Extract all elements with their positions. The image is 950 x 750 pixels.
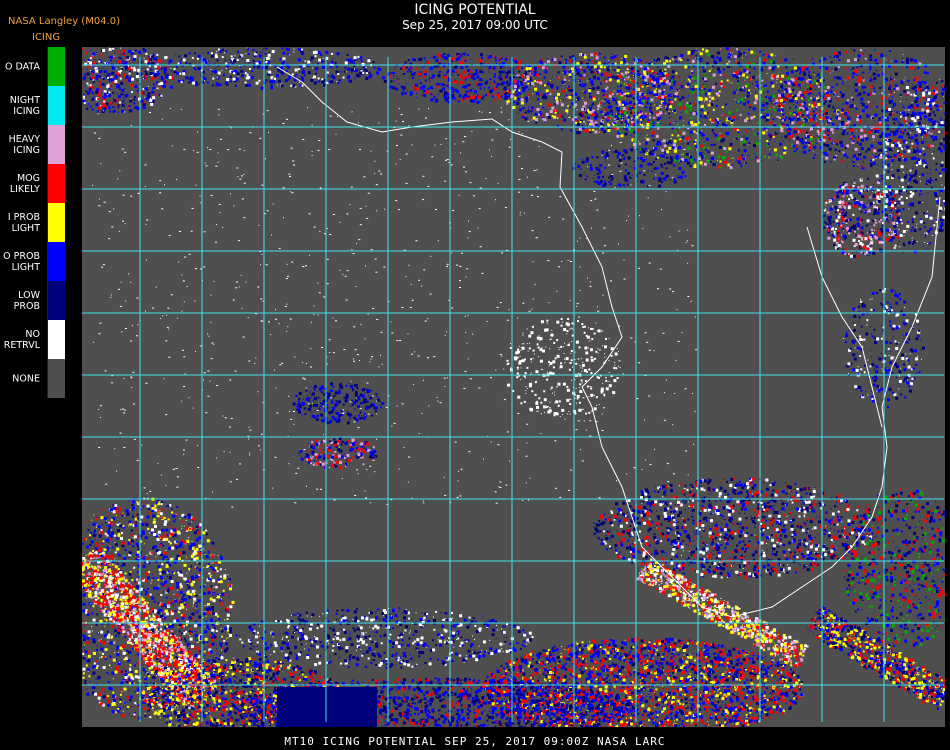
legend-item-label: O DATA bbox=[5, 61, 40, 72]
legend-item-label: LOW PROB bbox=[14, 290, 40, 312]
icing-pixels bbox=[82, 47, 945, 727]
legend-swatch bbox=[47, 320, 65, 359]
legend-item: LOW PROB bbox=[0, 281, 66, 320]
legend-item-label: MOG LIKELY bbox=[10, 173, 40, 195]
map-title-block: ICING POTENTIAL Sep 25, 2017 09:00 UTC bbox=[0, 2, 950, 32]
legend-swatch bbox=[47, 203, 65, 242]
map-title: ICING POTENTIAL bbox=[0, 2, 950, 18]
footer-caption: MT10 ICING POTENTIAL SEP 25, 2017 09:00Z… bbox=[0, 735, 950, 748]
legend-item-label: NONE bbox=[12, 373, 40, 384]
map-canvas bbox=[82, 47, 945, 727]
legend-swatch bbox=[47, 281, 65, 320]
legend-item: O DATA bbox=[0, 47, 66, 86]
legend-item: HEAVY ICING bbox=[0, 125, 66, 164]
legend-item: NIGHT ICING bbox=[0, 86, 66, 125]
legend-item-label: NO RETRVL bbox=[4, 329, 40, 351]
legend-swatch bbox=[47, 125, 65, 164]
legend-item-label: HEAVY ICING bbox=[9, 134, 40, 156]
legend-swatch bbox=[47, 47, 65, 86]
legend-swatch bbox=[47, 164, 65, 203]
legend-item-label: I PROB LIGHT bbox=[8, 212, 40, 234]
legend-item: NONE bbox=[0, 359, 66, 398]
map-datetime: Sep 25, 2017 09:00 UTC bbox=[0, 18, 950, 32]
icing-map[interactable] bbox=[82, 47, 945, 727]
legend-item: MOG LIKELY bbox=[0, 164, 66, 203]
legend-item: I PROB LIGHT bbox=[0, 203, 66, 242]
legend-swatch bbox=[47, 359, 65, 398]
legend-swatch bbox=[47, 86, 65, 125]
legend-item-label: NIGHT ICING bbox=[10, 95, 40, 117]
legend-item-label: O PROB LIGHT bbox=[3, 251, 40, 273]
legend-item: O PROB LIGHT bbox=[0, 242, 66, 281]
legend-item: NO RETRVL bbox=[0, 320, 66, 359]
color-legend: O DATA NIGHT ICING HEAVY ICING MOG LIKELY I … bbox=[0, 47, 66, 398]
low-prob-block bbox=[277, 687, 377, 727]
product-label: ICING bbox=[32, 32, 60, 43]
legend-swatch bbox=[47, 242, 65, 281]
